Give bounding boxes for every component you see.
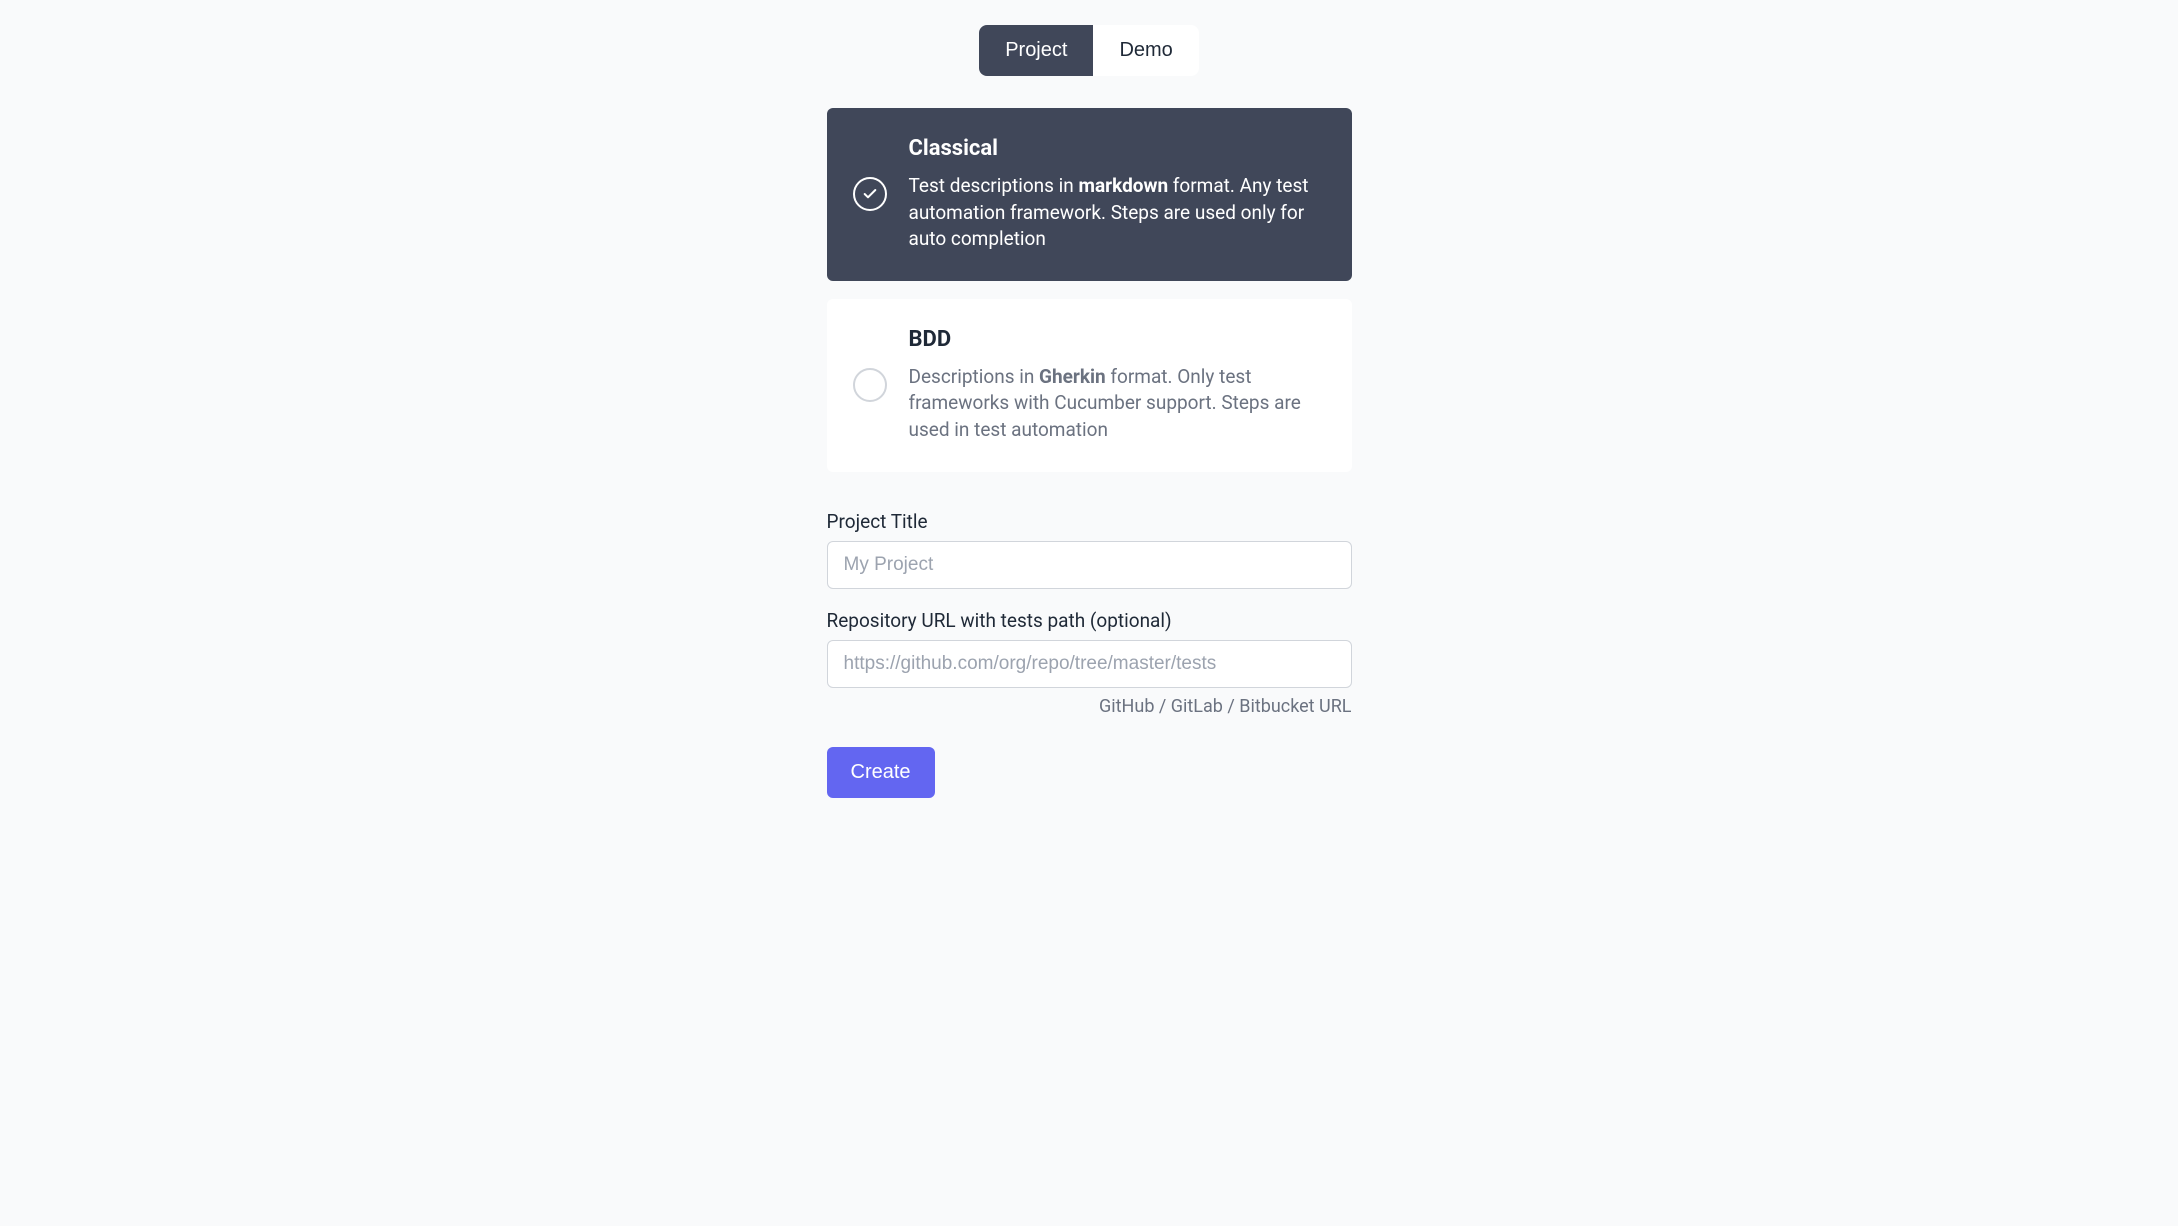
project-title-input[interactable] [827,541,1352,589]
tab-project[interactable]: Project [979,25,1093,76]
repo-url-hint: GitHub / GitLab / Bitbucket URL [827,696,1352,717]
repo-url-label: Repository URL with tests path (optional… [827,609,1352,632]
option-classical-desc-pre: Test descriptions in [909,174,1079,197]
option-bdd[interactable]: BDD Descriptions in Gherkin format. Only… [827,299,1352,472]
radio-unselected-icon [853,368,887,402]
project-title-label: Project Title [827,510,1352,533]
option-bdd-desc: Descriptions in Gherkin format. Only tes… [909,364,1324,444]
create-button[interactable]: Create [827,747,935,798]
field-repo-url: Repository URL with tests path (optional… [827,609,1352,717]
option-bdd-title: BDD [909,327,1324,352]
option-bdd-desc-pre: Descriptions in [909,365,1040,388]
radio-selected-icon [853,177,887,211]
field-project-title: Project Title [827,510,1352,589]
tab-demo[interactable]: Demo [1093,25,1198,76]
option-classical-desc: Test descriptions in markdown format. An… [909,173,1324,253]
option-classical-title: Classical [909,136,1324,161]
option-bdd-body: BDD Descriptions in Gherkin format. Only… [909,327,1324,444]
option-classical-body: Classical Test descriptions in markdown … [909,136,1324,253]
option-classical[interactable]: Classical Test descriptions in markdown … [827,108,1352,281]
repo-url-input[interactable] [827,640,1352,688]
option-classical-desc-strong: markdown [1079,174,1169,197]
option-bdd-desc-strong: Gherkin [1039,365,1106,388]
tabs: Project Demo [979,25,1199,76]
page-root: Project Demo Classical Test descriptions… [0,0,2178,1226]
content: Classical Test descriptions in markdown … [827,108,1352,798]
